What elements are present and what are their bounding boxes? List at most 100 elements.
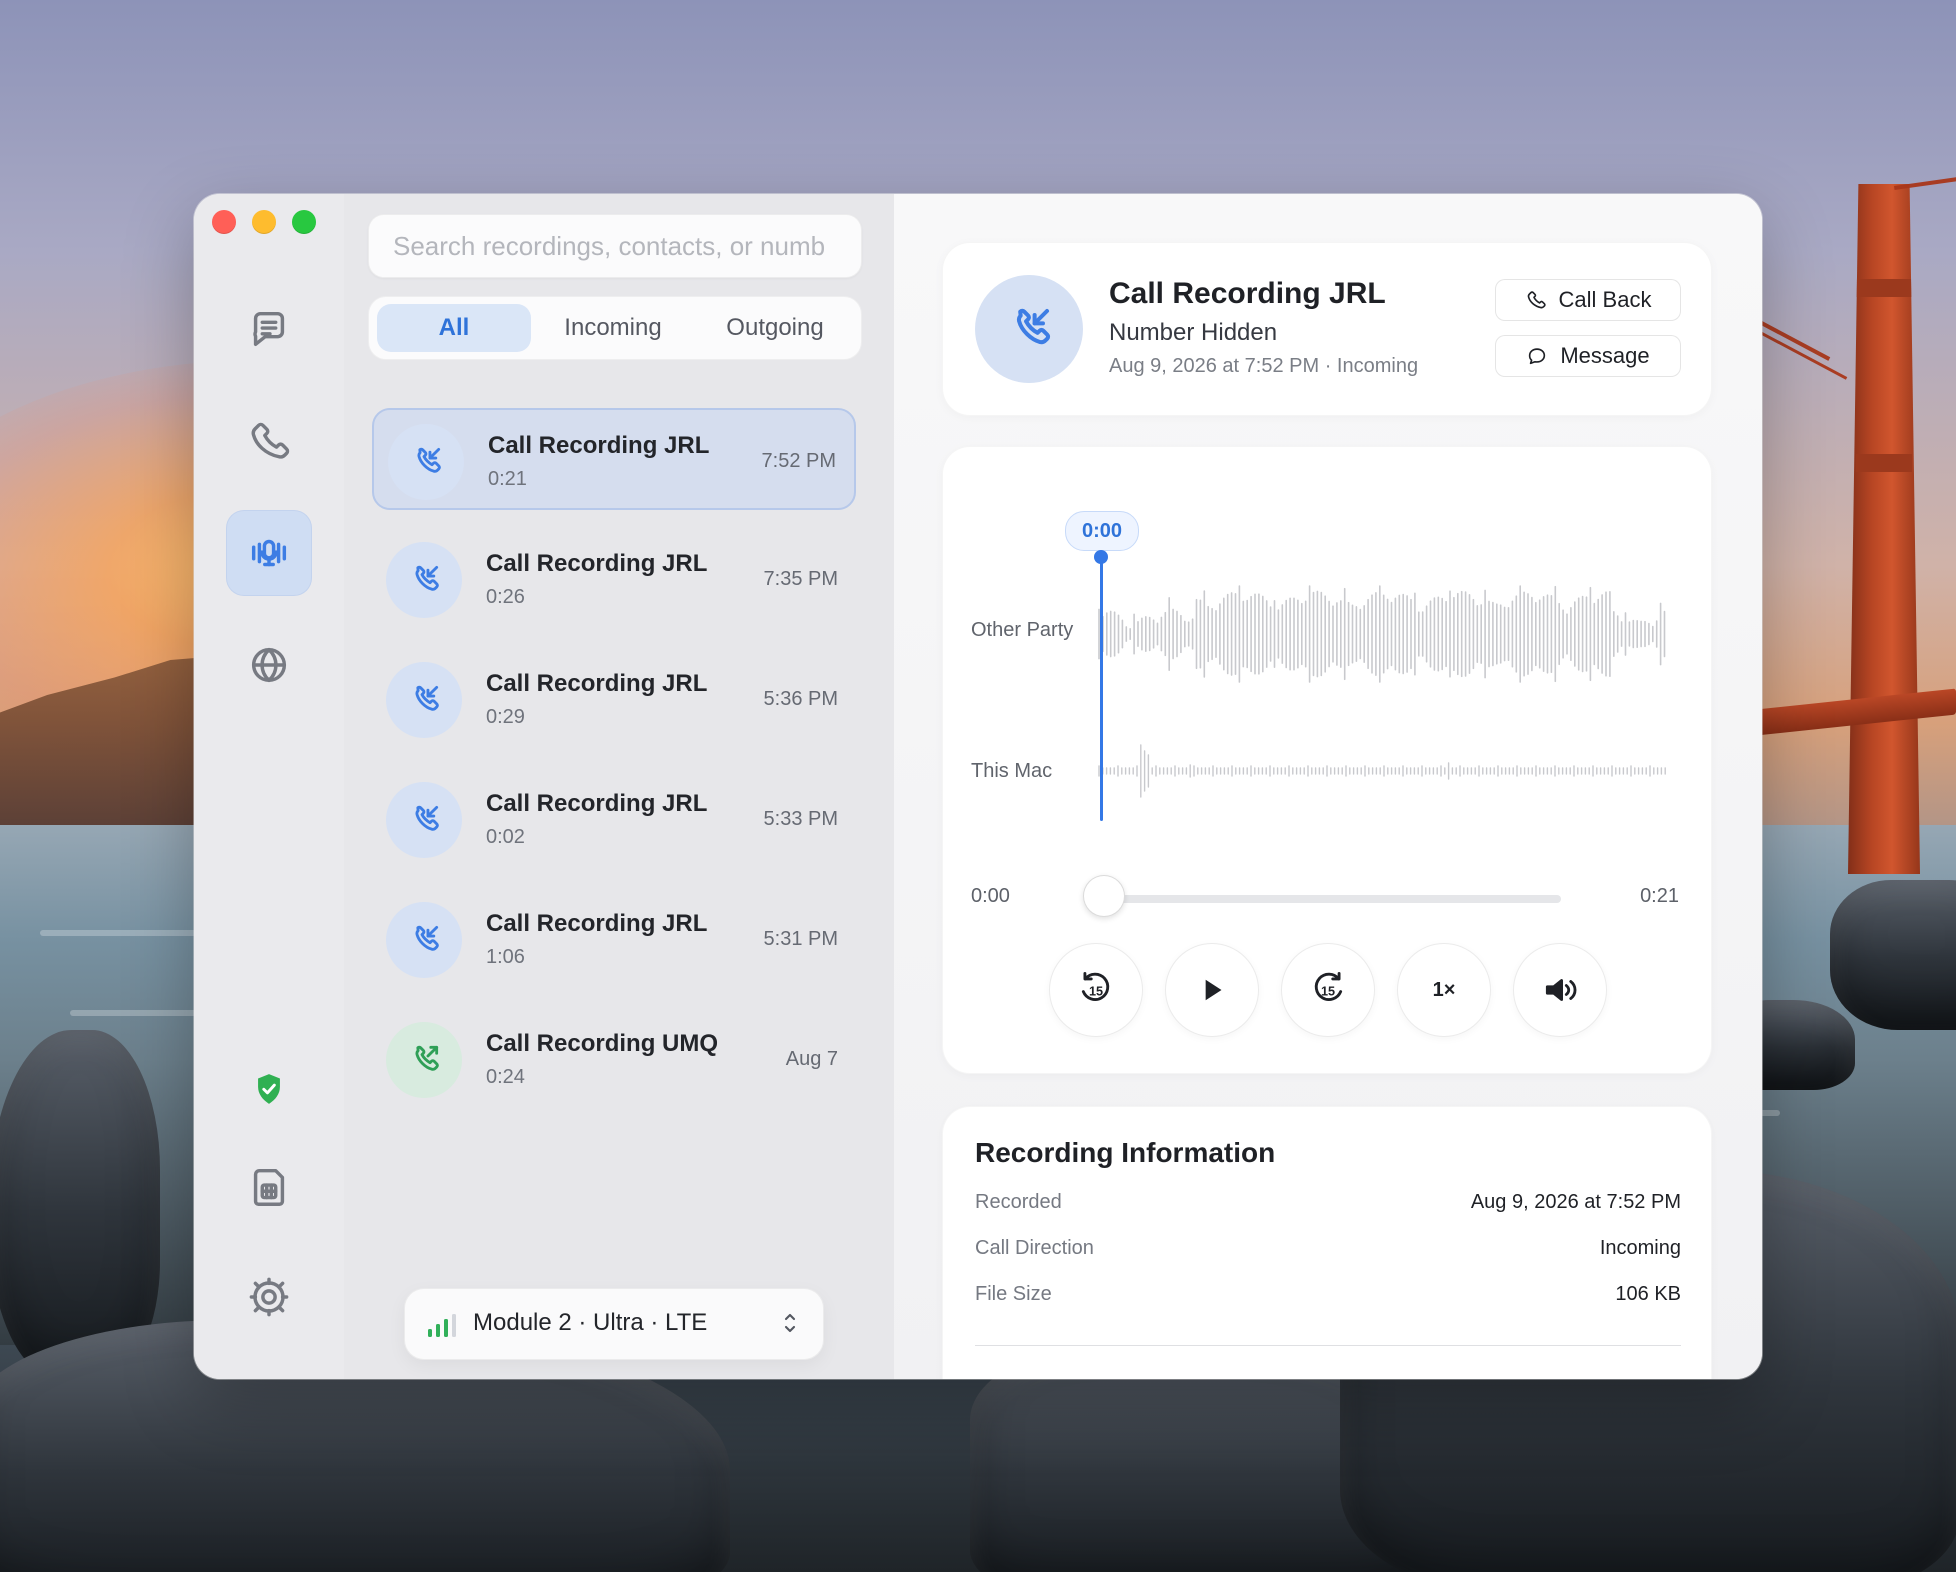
recording-time: 5:36 PM xyxy=(763,688,838,710)
recording-title: Call Recording JRL xyxy=(488,432,710,459)
signal-strength-icon xyxy=(428,1314,456,1337)
recording-information-title: Recording Information xyxy=(975,1137,1276,1168)
filter-all-tab[interactable]: All xyxy=(377,304,531,352)
app-window: All Incoming Outgoing Call Recording JRL… xyxy=(194,194,1762,1379)
globe-button[interactable] xyxy=(226,622,312,708)
rock xyxy=(1830,880,1956,1030)
svg-text:15: 15 xyxy=(1089,985,1103,999)
recording-duration: 1:06 xyxy=(486,946,525,968)
other-party-track-label: Other Party xyxy=(971,619,1074,641)
recording-avatar xyxy=(386,902,462,978)
info-value: 106 KB xyxy=(1615,1283,1681,1305)
info-value: Aug 9, 2026 at 7:52 PM xyxy=(1470,1191,1681,1213)
waveform-area[interactable]: Other Party This Mac 0:00 xyxy=(971,479,1679,839)
globe-icon xyxy=(251,647,287,683)
skip-back-15-button[interactable]: 15 xyxy=(1049,943,1143,1037)
left-sidebar xyxy=(194,194,345,1379)
recording-avatar xyxy=(386,1022,462,1098)
recording-duration: 0:24 xyxy=(486,1066,525,1088)
play-icon xyxy=(1205,979,1222,1001)
recording-list-item[interactable]: Call Recording JRL 0:02 5:33 PM xyxy=(372,768,856,870)
recording-title: Call Recording UMQ xyxy=(486,1030,719,1057)
skip-back-15-icon: 15 xyxy=(1081,971,1110,1001)
volume-button[interactable] xyxy=(1513,943,1607,1037)
zoom-window-button[interactable] xyxy=(292,210,316,234)
recording-list-item[interactable]: Call Recording JRL 0:29 5:36 PM xyxy=(372,648,856,750)
playhead-line xyxy=(1100,559,1103,821)
recording-avatar xyxy=(388,424,464,500)
call-back-label: Call Back xyxy=(1558,287,1652,312)
incoming-call-icon xyxy=(417,447,441,473)
messages-button[interactable] xyxy=(226,286,312,372)
message-label: Message xyxy=(1560,343,1650,368)
play-button[interactable] xyxy=(1165,943,1259,1037)
recordings-button[interactable] xyxy=(226,510,312,596)
info-label: Recorded xyxy=(975,1191,1062,1213)
volume-icon xyxy=(1545,979,1577,1001)
call-back-button[interactable]: Call Back xyxy=(1495,279,1681,321)
playback-progress-track[interactable] xyxy=(1103,895,1561,903)
phone-icon xyxy=(1527,291,1546,309)
skip-forward-15-icon: 15 xyxy=(1314,971,1343,1001)
recording-title: Call Recording JRL xyxy=(486,910,708,937)
info-row-file-size: File Size 106 KB xyxy=(975,1283,1681,1313)
info-divider xyxy=(975,1345,1681,1346)
module-selector-label: Module 2 · Ultra · LTE xyxy=(473,1309,708,1336)
settings-button[interactable] xyxy=(226,1254,312,1340)
end-time: 0:21 xyxy=(1640,885,1679,907)
search-field[interactable] xyxy=(368,214,862,278)
recording-detail-pane: Call Recording JRL Number Hidden Aug 9, … xyxy=(894,194,1762,1379)
filter-segmented-control: All Incoming Outgoing xyxy=(368,296,862,360)
bridge-cable xyxy=(1894,169,1956,190)
incoming-call-icon xyxy=(1016,308,1051,345)
recordings-icon xyxy=(251,539,287,567)
filter-outgoing-tab[interactable]: Outgoing xyxy=(697,304,853,352)
recording-time: 5:33 PM xyxy=(763,808,838,830)
phone-button[interactable] xyxy=(226,398,312,484)
message-bubble-icon xyxy=(1529,348,1546,365)
recording-duration: 0:02 xyxy=(486,826,525,848)
recording-detail-subtitle: Number Hidden xyxy=(1109,319,1278,346)
recording-duration: 0:21 xyxy=(488,468,527,490)
playback-speed-button[interactable]: 1× xyxy=(1397,943,1491,1037)
playback-speed-label: 1× xyxy=(1432,978,1456,1001)
recording-time: 7:35 PM xyxy=(763,568,838,590)
start-time: 0:00 xyxy=(971,885,1010,907)
current-time-badge: 0:00 xyxy=(1065,511,1139,551)
minimize-window-button[interactable] xyxy=(252,210,276,234)
outgoing-call-icon xyxy=(415,1045,439,1071)
recording-detail-meta: Aug 9, 2026 at 7:52 PM · Incoming xyxy=(1109,355,1419,377)
svg-text:15: 15 xyxy=(1321,985,1335,999)
message-button[interactable]: Message xyxy=(1495,335,1681,377)
phone-icon xyxy=(251,422,290,459)
recording-list-item[interactable]: Call Recording UMQ 0:24 Aug 7 xyxy=(372,1008,856,1110)
recording-duration: 0:29 xyxy=(486,706,525,728)
sim-card-button[interactable] xyxy=(226,1144,312,1230)
skip-forward-15-button[interactable]: 15 xyxy=(1281,943,1375,1037)
recording-title: Call Recording JRL xyxy=(486,550,708,577)
playback-progress-thumb[interactable] xyxy=(1083,875,1125,917)
shield-icon xyxy=(258,1074,280,1104)
close-window-button[interactable] xyxy=(212,210,236,234)
recording-information-card: Recording Information Recorded Aug 9, 20… xyxy=(942,1106,1712,1379)
gear-icon xyxy=(249,1277,289,1317)
module-selector[interactable]: Module 2 · Ultra · LTE xyxy=(404,1288,824,1360)
recordings-list-pane: All Incoming Outgoing Call Recording JRL… xyxy=(344,194,895,1379)
recording-list-item[interactable]: Call Recording JRL 0:21 7:52 PM xyxy=(372,408,856,510)
bridge-tower xyxy=(1848,184,1920,874)
incoming-call-icon xyxy=(415,805,439,831)
recording-list-item[interactable]: Call Recording JRL 1:06 5:31 PM xyxy=(372,888,856,990)
filter-incoming-tab[interactable]: Incoming xyxy=(535,304,691,352)
recording-time: 5:31 PM xyxy=(763,928,838,950)
messages-icon xyxy=(253,311,285,347)
recording-detail-title: Call Recording JRL xyxy=(1109,277,1386,310)
search-input[interactable] xyxy=(391,229,839,263)
this-mac-track-label: This Mac xyxy=(971,760,1053,782)
recording-time: 7:52 PM xyxy=(761,450,836,472)
recording-title: Call Recording JRL xyxy=(486,790,708,817)
recording-list-item[interactable]: Call Recording JRL 0:26 7:35 PM xyxy=(372,528,856,630)
info-row-recorded: Recorded Aug 9, 2026 at 7:52 PM xyxy=(975,1191,1681,1221)
sim-card-icon xyxy=(253,1168,285,1206)
recording-header-avatar xyxy=(975,275,1083,383)
incoming-call-icon xyxy=(415,565,439,591)
